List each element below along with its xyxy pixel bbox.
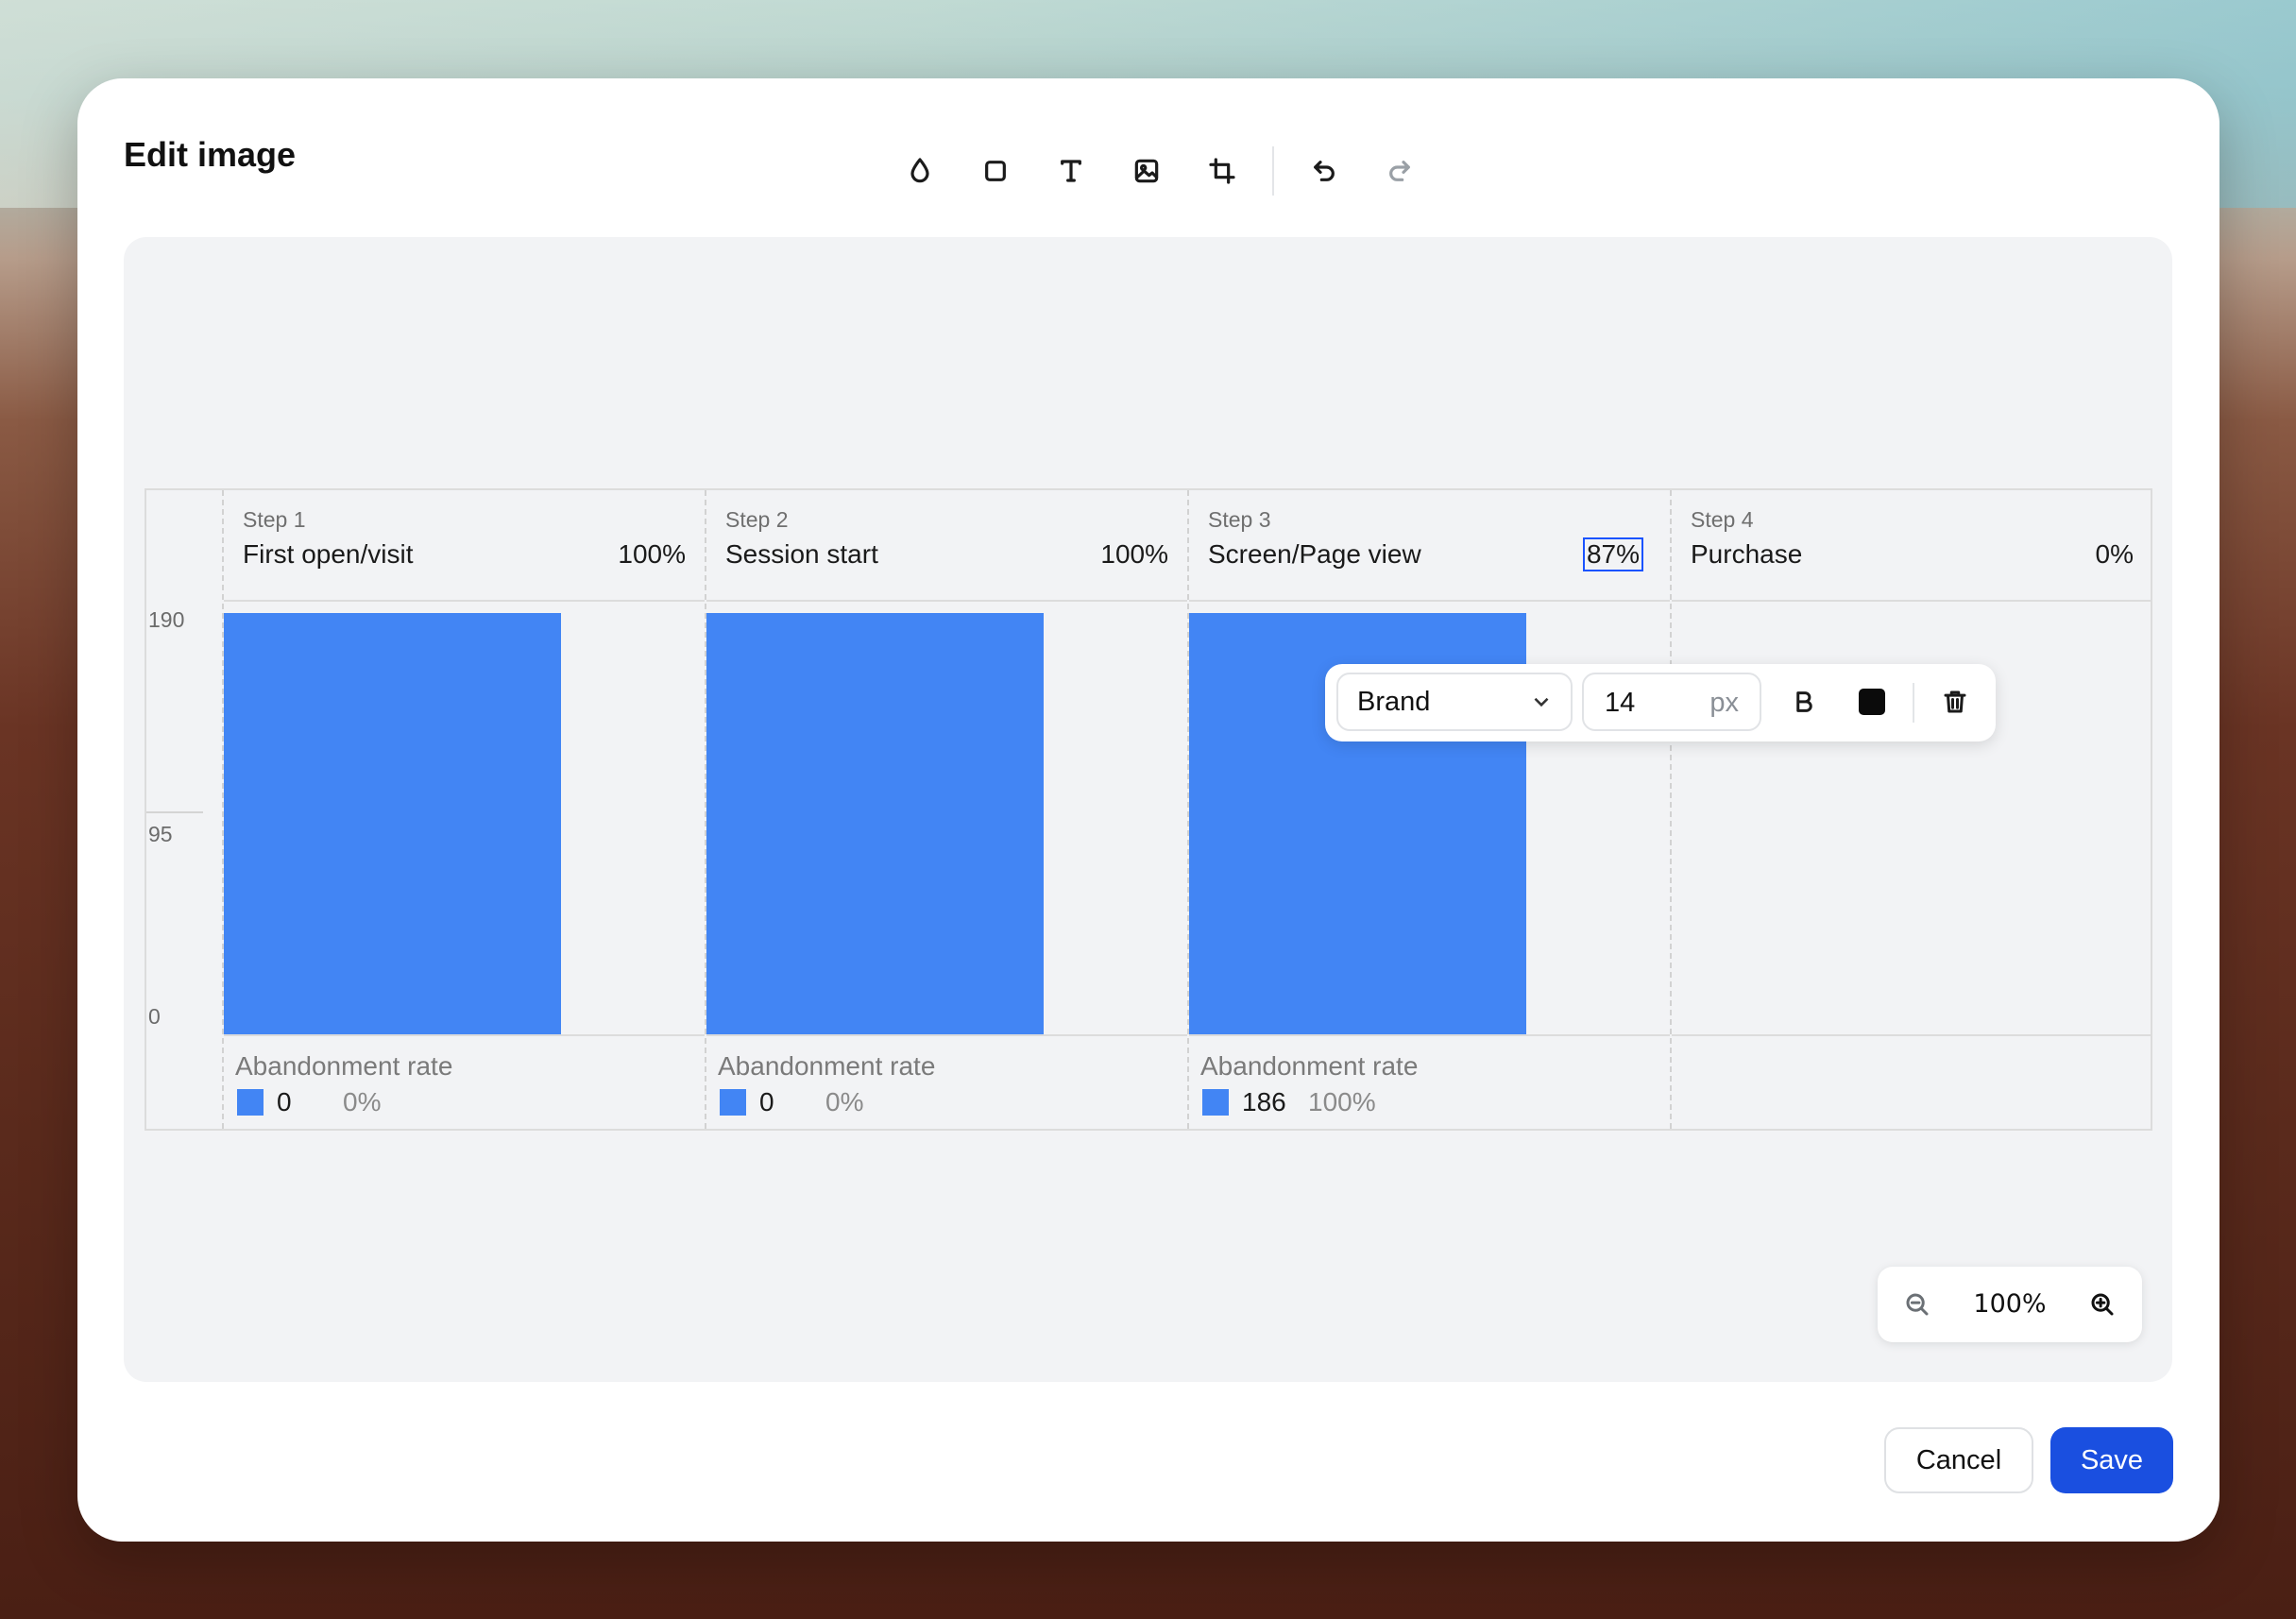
funnel-step-2: Step 2 Session start 100% Abandonment ra… — [705, 490, 1187, 1129]
font-size-unit: px — [1709, 688, 1739, 718]
image-canvas[interactable]: 190 95 0 Step 1 First open/visit 100% Ab… — [124, 237, 2172, 1382]
edit-image-dialog: Edit image 190 95 0 Step 1 First open/vi… — [77, 78, 2219, 1542]
zoom-in-icon — [2091, 1293, 2114, 1316]
abandonment-count: 186 — [1242, 1087, 1286, 1116]
funnel-step-1: Step 1 First open/visit 100% Abandonment… — [222, 490, 705, 1129]
legend-swatch — [720, 1089, 746, 1116]
step-name: Screen/Page view — [1208, 539, 1421, 569]
undo-icon — [1314, 161, 1335, 181]
font-value: Brand — [1357, 686, 1431, 717]
save-button[interactable]: Save — [2050, 1427, 2173, 1493]
chevron-down-icon — [1534, 697, 1549, 707]
step-number: Step 4 — [1691, 507, 1754, 532]
funnel-bar — [224, 613, 561, 1034]
editor-toolbar — [882, 133, 1437, 209]
abandonment-percent: 100% — [1308, 1087, 1376, 1116]
step-name: Session start — [725, 539, 878, 569]
step-name: First open/visit — [243, 539, 414, 569]
abandonment-footer: Abandonment rate 186 100% — [1189, 1034, 1670, 1129]
step-percent: 0% — [2095, 539, 2134, 569]
crop-icon — [1209, 158, 1235, 184]
text-tool-button[interactable] — [1033, 138, 1109, 204]
step-percent: 100% — [618, 539, 686, 569]
abandonment-percent: 0% — [825, 1087, 864, 1116]
bar-area — [224, 602, 705, 1034]
step-number: Step 3 — [1208, 507, 1271, 532]
step-percent: 100% — [1100, 539, 1168, 569]
abandonment-count: 0 — [277, 1087, 292, 1116]
y-tick-label: 0 — [148, 1004, 161, 1029]
abandonment-label: Abandonment rate — [1200, 1051, 1419, 1081]
redo-icon — [1389, 161, 1410, 181]
abandonment-footer: Abandonment rate 0 0% — [224, 1034, 705, 1129]
abandonment-percent: 0% — [343, 1087, 382, 1116]
abandonment-footer: Abandonment rate 0 0% — [706, 1034, 1187, 1129]
abandonment-footer — [1672, 1034, 2152, 1129]
bar-area — [706, 602, 1187, 1034]
font-size-input[interactable]: 14 px — [1582, 673, 1761, 731]
delete-button[interactable] — [1926, 673, 1984, 731]
y-tick-label: 190 — [148, 607, 185, 632]
abandonment-count: 0 — [759, 1087, 774, 1116]
step-number: Step 2 — [725, 507, 789, 532]
selected-text-element[interactable]: 87% — [1582, 537, 1643, 571]
redo-button[interactable] — [1362, 138, 1437, 204]
y-gridline — [146, 811, 203, 813]
legend-swatch — [1202, 1089, 1229, 1116]
abandonment-label: Abandonment rate — [235, 1051, 453, 1081]
dialog-title: Edit image — [124, 135, 297, 174]
abandonment-label: Abandonment rate — [718, 1051, 936, 1081]
text-icon — [1061, 160, 1081, 182]
zoom-out-icon — [1906, 1293, 1929, 1316]
shape-tool-button[interactable] — [958, 138, 1033, 204]
y-axis: 190 95 0 — [146, 490, 222, 1129]
font-select[interactable]: Brand — [1336, 673, 1573, 731]
funnel-bar — [706, 613, 1044, 1034]
cancel-button[interactable]: Cancel — [1884, 1427, 2033, 1493]
text-color-button[interactable] — [1843, 673, 1901, 731]
toolbar-divider — [1913, 683, 1914, 723]
bold-icon — [1796, 691, 1812, 712]
step-number: Step 1 — [243, 507, 306, 532]
step-header: Step 1 First open/visit 100% — [224, 490, 705, 602]
color-swatch — [1859, 689, 1885, 715]
funnel-step-4: Step 4 Purchase 0% — [1670, 490, 2152, 1129]
text-format-toolbar: Brand 14 px — [1325, 664, 1996, 741]
undo-button[interactable] — [1286, 138, 1362, 204]
step-name: Purchase — [1691, 539, 1803, 569]
zoom-control: 100% — [1878, 1267, 2142, 1342]
crop-tool-button[interactable] — [1184, 138, 1260, 204]
zoom-in-button[interactable] — [2074, 1276, 2131, 1333]
step-header: Step 4 Purchase 0% — [1672, 490, 2152, 602]
image-tool-button[interactable] — [1109, 138, 1184, 204]
blur-tool-button[interactable] — [882, 138, 958, 204]
zoom-out-button[interactable] — [1889, 1276, 1946, 1333]
funnel-chart-image: 190 95 0 Step 1 First open/visit 100% Ab… — [145, 488, 2152, 1131]
square-icon — [985, 161, 1006, 181]
trash-icon — [1944, 690, 1966, 713]
font-size-value: 14 — [1605, 688, 1636, 718]
step-header: Step 2 Session start 100% — [706, 490, 1187, 602]
droplet-icon — [910, 158, 929, 183]
y-tick-label: 95 — [148, 822, 173, 846]
funnel-step-3: Step 3 Screen/Page view 87% Abandonment … — [1187, 490, 1670, 1129]
bold-button[interactable] — [1775, 673, 1833, 731]
step-header: Step 3 Screen/Page view 87% — [1189, 490, 1670, 602]
image-icon — [1134, 159, 1159, 183]
zoom-level: 100% — [1973, 1289, 2047, 1319]
toolbar-divider — [1272, 146, 1274, 196]
legend-swatch — [237, 1089, 264, 1116]
